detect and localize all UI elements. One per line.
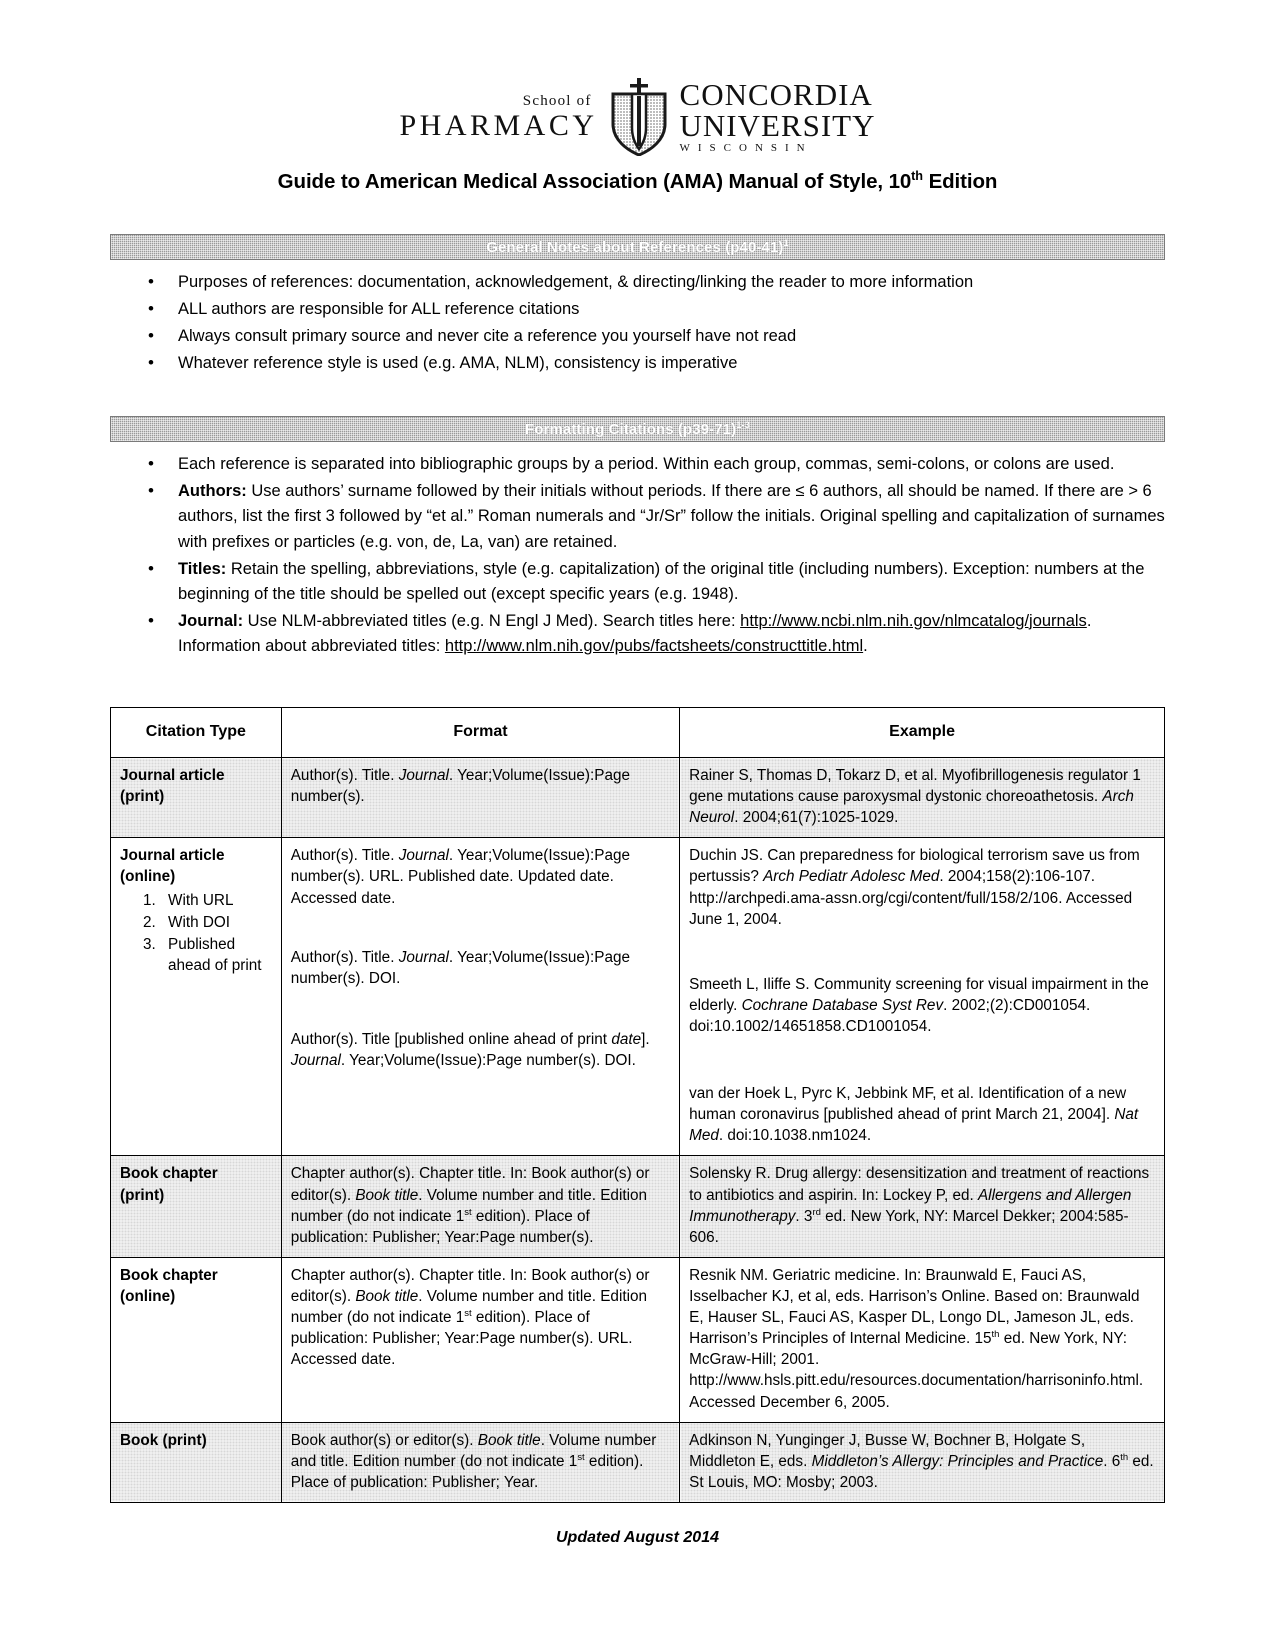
list-item: Journal: Use NLM-abbreviated titles (e.g…	[140, 608, 1165, 659]
section-header-formatting-citations-footnote: 1-3	[736, 419, 750, 430]
format-block-3: Author(s). Title [published online ahead…	[290, 1030, 650, 1069]
concordia-label: CONCORDIA	[679, 77, 873, 113]
cell-citation-type: Book chapter (print)	[110, 1155, 282, 1258]
bullet-label-journal: Journal:	[178, 611, 244, 630]
list-item: Whatever reference style is used (e.g. A…	[140, 350, 1165, 376]
example-block-1: Duchin JS. Can preparedness for biologic…	[689, 847, 1140, 928]
school-of-label: School of	[522, 92, 592, 109]
table-row: Journal article (print) Author(s). Title…	[110, 757, 1165, 839]
cell-example: Solensky R. Drug allergy: desensitizatio…	[679, 1155, 1165, 1258]
format-block-1: Author(s). Title. Journal. Year;Volume(I…	[290, 847, 631, 907]
university-wordmark: CONCORDIA UNIVERSITY WISCONSIN	[679, 77, 876, 154]
cell-format: Book author(s) or editor(s). Book title.…	[280, 1421, 681, 1503]
cell-example: Adkinson N, Yunginger J, Busse W, Bochne…	[679, 1421, 1165, 1503]
cell-citation-type: Book (print)	[110, 1421, 282, 1503]
section-header-general-notes-footnote: 1	[783, 237, 789, 248]
type-line: Book (print)	[120, 1431, 207, 1449]
citation-subtype-list: With URL With DOI Published ahead of pri…	[120, 890, 272, 976]
cell-format: Chapter author(s). Chapter title. In: Bo…	[280, 1155, 681, 1258]
list-item: Each reference is separated into bibliog…	[140, 451, 1165, 477]
bullet-text: Retain the spelling, abbreviations, styl…	[178, 559, 1145, 603]
cell-example: Duchin JS. Can preparedness for biologic…	[679, 837, 1165, 1157]
page-title: Guide to American Medical Association (A…	[110, 168, 1165, 194]
document-page: School of PHARMACY CONCORDIA UNIVERSITY …	[0, 0, 1275, 1650]
section-header-formatting-citations-label: Formatting Citations (p39-71)1-3	[525, 419, 750, 438]
column-header-format: Format	[280, 706, 681, 759]
nlm-catalog-link[interactable]: http://www.ncbi.nlm.nih.gov/nlmcatalog/j…	[740, 612, 1087, 630]
list-item: Purposes of references: documentation, a…	[140, 269, 1165, 295]
institution-logo: School of PHARMACY CONCORDIA UNIVERSITY …	[110, 78, 1165, 156]
page-title-tail: Edition	[922, 170, 998, 193]
bullet-text: Each reference is separated into bibliog…	[178, 455, 1115, 474]
cell-citation-type: Journal article (online) With URL With D…	[110, 837, 282, 1157]
list-item: With DOI	[160, 912, 272, 933]
cell-format: Author(s). Title. Journal. Year;Volume(I…	[280, 837, 681, 1157]
wisconsin-label: WISCONSIN	[679, 141, 813, 154]
cell-example: Resnik NM. Geriatric medicine. In: Braun…	[679, 1256, 1165, 1423]
formatting-citations-list: Each reference is separated into bibliog…	[110, 451, 1165, 659]
list-item: ALL authors are responsible for ALL refe…	[140, 296, 1165, 322]
column-header-citation-type: Citation Type	[110, 706, 282, 759]
construct-title-link[interactable]: http://www.nlm.nih.gov/pubs/factsheets/c…	[445, 637, 863, 655]
table-row: Journal article (online) With URL With D…	[110, 837, 1165, 1157]
format-block-2: Author(s). Title. Journal. Year;Volume(I…	[290, 948, 631, 987]
type-line: (print)	[120, 1186, 165, 1204]
bullet-text-3: .	[863, 636, 868, 655]
section-header-general-notes-label: General Notes about References (p40-41)1	[486, 237, 789, 256]
university-label: UNIVERSITY	[679, 107, 876, 143]
section-header-general-notes: General Notes about References (p40-41)1	[110, 234, 1165, 260]
table-header-row: Citation Type Format Example	[110, 706, 1165, 759]
list-item: Authors: Use authors’ surname followed b…	[140, 478, 1165, 554]
table-row: Book (print) Book author(s) or editor(s)…	[110, 1421, 1165, 1503]
type-line: (print)	[120, 788, 165, 806]
citation-format-table: Citation Type Format Example Journal art…	[110, 706, 1165, 1503]
cell-example: Rainer S, Thomas D, Tokarz D, et al. Myo…	[679, 757, 1165, 839]
cell-citation-type: Journal article (print)	[110, 757, 282, 839]
list-item: Published ahead of print	[160, 934, 272, 976]
type-line: Book chapter	[120, 1165, 218, 1183]
bullet-label-titles: Titles:	[178, 559, 227, 578]
table-row: Book chapter (print) Chapter author(s). …	[110, 1155, 1165, 1258]
cell-format: Author(s). Title. Journal. Year;Volume(I…	[280, 757, 681, 839]
column-header-example: Example	[679, 706, 1165, 759]
type-line: Journal article	[120, 847, 225, 865]
type-line: Journal article	[120, 767, 225, 785]
bullet-text: Use NLM-abbreviated titles (e.g. N Engl …	[243, 611, 741, 630]
general-notes-list: Purposes of references: documentation, a…	[110, 269, 1165, 376]
page-title-ordinal: th	[911, 168, 923, 184]
type-line: (online)	[120, 1287, 176, 1305]
type-line: (online)	[120, 868, 176, 886]
example-block-2: Smeeth L, Iliffe S. Community screening …	[689, 975, 1149, 1035]
cell-citation-type: Book chapter (online)	[110, 1256, 282, 1423]
list-item: Titles: Retain the spelling, abbreviatio…	[140, 556, 1165, 607]
bullet-label-authors: Authors:	[178, 482, 247, 501]
list-item: With URL	[160, 890, 272, 911]
example-block-3: van der Hoek L, Pyrc K, Jebbink MF, et a…	[689, 1085, 1139, 1145]
list-item: Always consult primary source and never …	[140, 323, 1165, 349]
table-row: Book chapter (online) Chapter author(s).…	[110, 1256, 1165, 1423]
section-header-formatting-citations: Formatting Citations (p39-71)1-3	[110, 416, 1165, 443]
bullet-text: Use authors’ surname followed by their i…	[178, 482, 1165, 551]
shield-crest-icon	[608, 78, 670, 156]
pharmacy-school-wordmark: School of PHARMACY	[399, 92, 598, 142]
cell-format: Chapter author(s). Chapter title. In: Bo…	[280, 1256, 681, 1423]
type-line: Book chapter	[120, 1266, 218, 1284]
page-title-main: Guide to American Medical Association (A…	[277, 170, 912, 193]
pharmacy-label: PHARMACY	[399, 108, 598, 142]
footer-updated-date: Updated August 2014	[556, 1528, 719, 1546]
